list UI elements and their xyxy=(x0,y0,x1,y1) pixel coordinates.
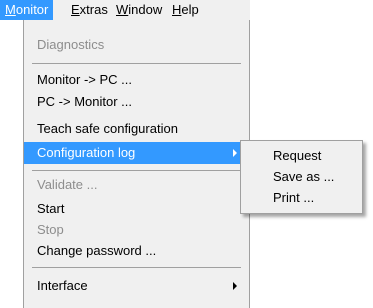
menu-separator xyxy=(32,170,241,171)
configuration-log-submenu: Request Save as ... Print ... xyxy=(240,140,363,214)
submenu-arrow-icon xyxy=(233,282,237,290)
menu-monitor-mnemonic: M xyxy=(5,2,16,17)
submenu-item-save-as[interactable]: Save as ... xyxy=(241,166,362,188)
menu-extras-label: xtras xyxy=(79,2,108,17)
menu-item-pc-to-monitor[interactable]: PC -> Monitor ... xyxy=(24,91,249,113)
menu-item-teach-safe-configuration[interactable]: Teach safe configuration xyxy=(24,118,249,140)
submenu-item-request[interactable]: Request xyxy=(241,145,362,167)
menu-item-configuration-log-label: Configuration log xyxy=(37,145,136,160)
menu-help-mnemonic: H xyxy=(172,2,182,17)
menu-monitor-label: onitor xyxy=(15,2,49,17)
menu-item-monitor-to-pc[interactable]: Monitor -> PC ... xyxy=(24,69,249,91)
menu-help[interactable]: Help xyxy=(167,0,204,20)
menu-item-interface[interactable]: Interface xyxy=(24,275,249,297)
menu-window-mnemonic: W xyxy=(116,2,129,17)
menu-separator xyxy=(32,63,241,64)
menu-window-label: indow xyxy=(128,2,163,17)
monitor-dropdown-menu: Diagnostics Monitor -> PC ... PC -> Moni… xyxy=(23,20,250,308)
menu-item-start[interactable]: Start xyxy=(24,198,249,220)
submenu-item-print[interactable]: Print ... xyxy=(241,187,362,209)
menu-item-configuration-log[interactable]: Configuration log xyxy=(24,142,249,164)
submenu-arrow-icon xyxy=(233,149,237,157)
menu-separator xyxy=(32,267,241,268)
menu-help-label: elp xyxy=(181,2,199,17)
menu-window[interactable]: Window xyxy=(111,0,167,20)
menu-bar: Monitor Extras Window Help xyxy=(0,0,250,20)
menu-monitor[interactable]: Monitor xyxy=(0,0,54,20)
menu-item-stop[interactable]: Stop xyxy=(24,219,249,241)
menu-item-interface-label: Interface xyxy=(37,278,88,293)
menu-item-diagnostics[interactable]: Diagnostics xyxy=(24,34,249,56)
menu-item-change-password[interactable]: Change password ... xyxy=(24,240,249,262)
menu-extras[interactable]: Extras xyxy=(66,0,113,20)
menu-item-validate[interactable]: Validate ... xyxy=(24,174,249,196)
menu-extras-mnemonic: E xyxy=(71,2,80,17)
